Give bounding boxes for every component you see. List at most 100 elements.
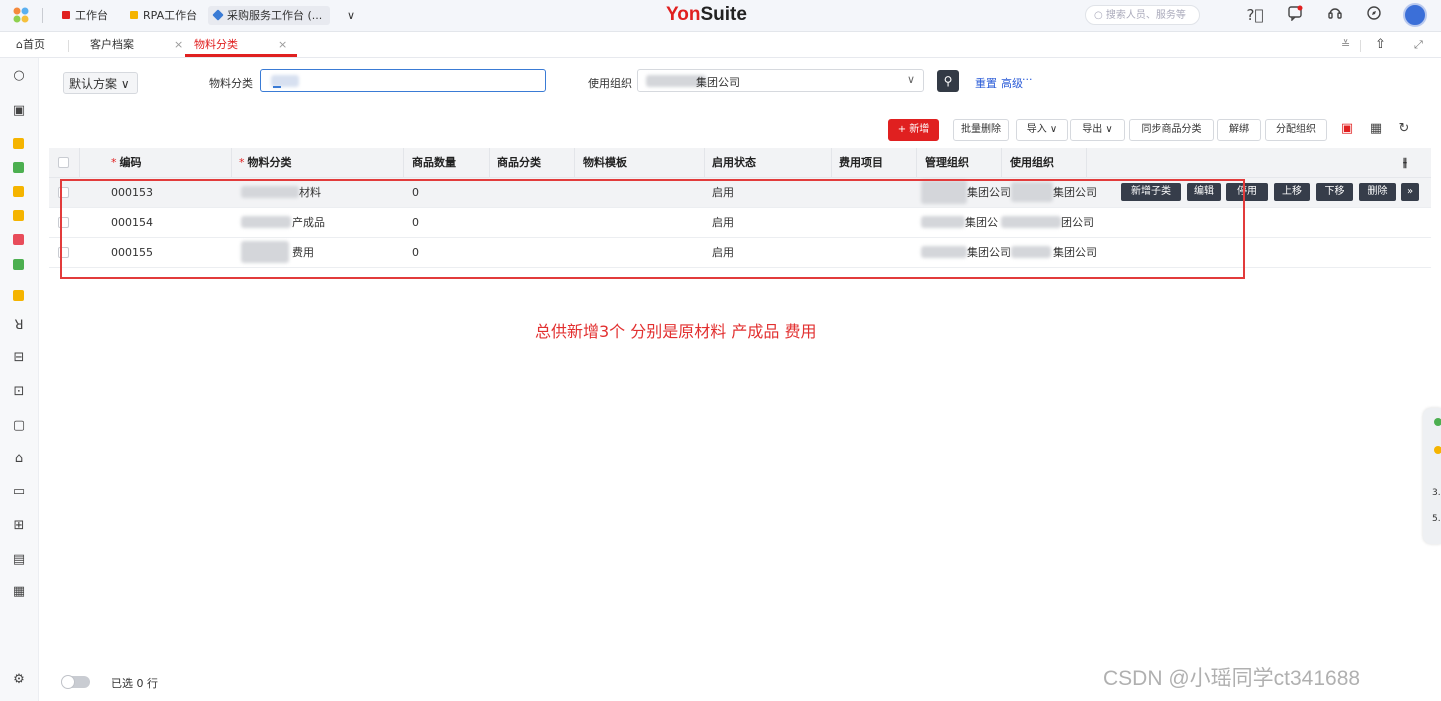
column-header-use-org[interactable]: 使用组织 (1010, 148, 1054, 177)
compass-icon[interactable] (1364, 5, 1384, 25)
use-org-select[interactable]: 集团公司 ∨ (637, 69, 924, 92)
material-category-input[interactable] (260, 69, 546, 92)
material-category-label: 物料分类 (209, 77, 253, 90)
watermark: CSDN @小瑶同学ct341688 (1103, 667, 1361, 690)
status-dot (1434, 418, 1441, 426)
cursor (273, 86, 281, 88)
column-header-product-category[interactable]: 商品分类 (497, 148, 541, 177)
status-dot (1434, 446, 1441, 454)
column-header-category[interactable]: * 物料分类 (239, 148, 292, 177)
house-icon[interactable]: ⌂ (11, 451, 27, 467)
app-icon[interactable] (13, 234, 24, 245)
app-icon[interactable] (13, 138, 24, 149)
app-tab-rpa[interactable]: RPA工作台 (130, 6, 197, 25)
headset-icon[interactable] (1325, 5, 1345, 25)
print-icon[interactable]: ▦ (1367, 120, 1385, 138)
delete-button[interactable]: 删除 (1359, 183, 1396, 201)
add-button[interactable]: + 新增 (888, 119, 939, 141)
reset-link[interactable]: 重置 (975, 75, 997, 91)
app-tab-workbench[interactable]: 工作台 (62, 6, 108, 25)
unbind-button[interactable]: 解绑 (1217, 119, 1261, 141)
move-up-button[interactable]: 上移 (1274, 183, 1310, 201)
app-icon[interactable] (13, 210, 24, 221)
help-icon[interactable]: ?⃝ (1245, 5, 1265, 25)
column-header-code[interactable]: * 编码 (111, 148, 142, 177)
store-icon[interactable]: ⊟ (11, 350, 27, 366)
fullscreen-icon[interactable]: ⤢ (1414, 36, 1423, 54)
search-icon[interactable]: ○ (11, 68, 27, 84)
app-tab-label: 采购服务工作台 (... (227, 9, 323, 22)
assign-org-button[interactable]: 分配组织 (1265, 119, 1327, 141)
export-button[interactable]: 导出 ∨ (1070, 119, 1125, 141)
tab-material-category[interactable]: 物料分类 × (194, 36, 287, 54)
divider (231, 148, 232, 177)
users-icon[interactable]: ꓤ (11, 318, 27, 334)
close-icon[interactable]: × (278, 38, 287, 51)
app-icon[interactable] (13, 290, 24, 301)
app-tab-label: 工作台 (75, 9, 108, 22)
avatar[interactable] (1403, 3, 1427, 27)
divider (704, 148, 705, 177)
selection-toggle[interactable] (61, 675, 90, 689)
divider (574, 148, 575, 177)
settings-icon[interactable]: ⚙ (11, 672, 27, 688)
more-actions-icon[interactable]: » (1401, 183, 1419, 201)
sidebar: ○ ▣ ꓤ ⊟ ⊡ ▢ ⌂ ▭ ⊞ ▤ ▦ ⚙ (0, 58, 39, 701)
tabs-dropdown-icon[interactable]: ∨ (347, 6, 355, 25)
divider (1086, 148, 1087, 177)
divider (79, 148, 80, 177)
divider (489, 148, 490, 177)
upload-icon[interactable]: ⇧ (1375, 36, 1386, 54)
more-icon[interactable]: ··· (1022, 73, 1033, 86)
column-header-template[interactable]: 物料模板 (583, 148, 627, 177)
shop-icon[interactable]: ⊡ (11, 384, 27, 400)
chevron-down-icon: ∨ (120, 77, 130, 91)
main-content: 默认方案 ∨ 物料分类 使用组织 集团公司 ∨ ⚲ 重置 高级 ··· + 新增… (39, 58, 1441, 701)
tab-home[interactable]: ⌂首页 (16, 36, 45, 54)
report-icon[interactable]: ▦ (11, 584, 27, 600)
search-icon: ○ (1094, 10, 1103, 21)
column-header-qty[interactable]: 商品数量 (412, 148, 456, 177)
selected-count: 已选 0 行 (111, 677, 158, 690)
annotation-box (60, 179, 1245, 279)
advanced-link[interactable]: 高级 (1001, 75, 1023, 91)
divider (916, 148, 917, 177)
divider (403, 148, 404, 177)
divider (42, 8, 43, 23)
search-button[interactable]: ⚲ (937, 70, 959, 92)
tab-customer-archive[interactable]: 客户档案 × (90, 36, 183, 54)
app-icon[interactable] (13, 186, 24, 197)
scheme-select[interactable]: 默认方案 ∨ (63, 72, 138, 94)
global-search-input[interactable]: ○ 搜索人员、服务等 (1085, 5, 1200, 25)
briefcase-icon[interactable]: ▣ (11, 103, 27, 119)
floating-panel[interactable]: 3. 5. (1423, 408, 1441, 544)
app-icon[interactable] (13, 162, 24, 173)
batch-delete-button[interactable]: 批量删除 (953, 119, 1009, 141)
message-icon[interactable] (1285, 5, 1305, 25)
select-all-checkbox[interactable] (58, 157, 69, 168)
import-button[interactable]: 导入 ∨ (1016, 119, 1068, 141)
folder-icon[interactable]: ▭ (11, 484, 27, 500)
template-icon[interactable]: ▣ (1338, 120, 1356, 138)
app-launcher-icon[interactable] (12, 7, 30, 23)
column-header-mgmt-org[interactable]: 管理组织 (925, 148, 969, 177)
move-down-button[interactable]: 下移 (1316, 183, 1353, 201)
monitor-icon[interactable]: ▤ (11, 552, 27, 568)
app-icon[interactable] (13, 259, 24, 270)
app-tab-procurement[interactable]: 采购服务工作台 (... (208, 6, 331, 25)
column-settings-icon[interactable]: ⫲ (1403, 148, 1407, 177)
divider (68, 40, 69, 52)
divider (831, 148, 832, 177)
search-icon: ⚲ (943, 74, 953, 88)
gift-icon[interactable]: ⊞ (11, 518, 27, 534)
column-header-status[interactable]: 启用状态 (712, 148, 756, 177)
refresh-icon[interactable]: ↻ (1395, 120, 1413, 138)
divider (1001, 148, 1002, 177)
column-header-expense[interactable]: 费用项目 (839, 148, 883, 177)
sync-category-button[interactable]: 同步商品分类 (1129, 119, 1214, 141)
brand-logo: YonSuite (666, 4, 747, 25)
procurement-icon (212, 9, 224, 21)
collapse-icon[interactable]: ≚ (1341, 36, 1350, 54)
close-icon[interactable]: × (174, 38, 183, 51)
clipboard-icon[interactable]: ▢ (11, 418, 27, 434)
